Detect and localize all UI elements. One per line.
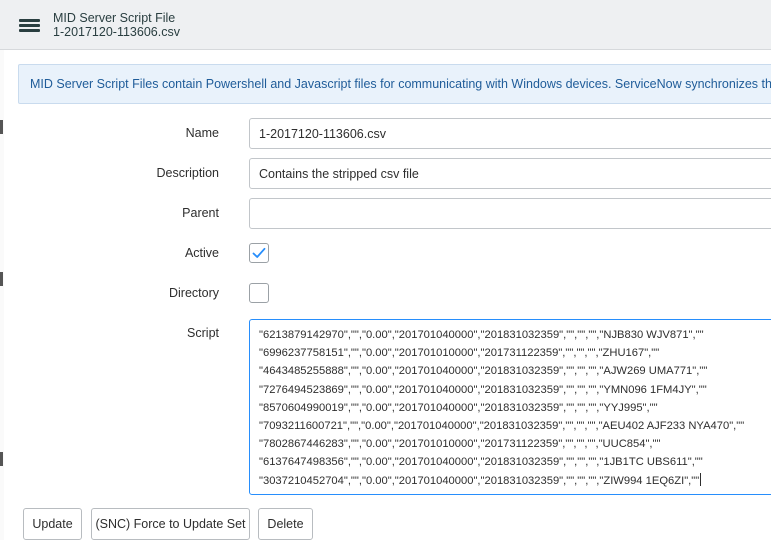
- update-button[interactable]: Update: [23, 508, 82, 540]
- hamburger-menu-icon[interactable]: [18, 16, 42, 34]
- directory-checkbox[interactable]: [249, 283, 269, 303]
- description-label: Description: [156, 166, 219, 180]
- form-header: MID Server Script File 1-2017120-113606.…: [0, 0, 771, 50]
- record-name-subtitle: 1-2017120-113606.csv: [53, 25, 180, 39]
- parent-field[interactable]: [249, 198, 771, 229]
- script-line: "7802867446283","","0.00","201701010000"…: [259, 438, 661, 451]
- info-message-text: MID Server Script Files contain Powershe…: [30, 77, 771, 91]
- script-line: "6996237758151","","0.00","201701010000"…: [259, 347, 660, 360]
- description-field[interactable]: Contains the stripped csv file: [249, 158, 771, 189]
- info-message: MID Server Script Files contain Powershe…: [18, 64, 771, 104]
- script-line: "8570604990019","","0.00","201701040000"…: [259, 401, 658, 414]
- script-line: "7093211600721","","0.00","201701040000"…: [259, 420, 745, 433]
- script-textarea[interactable]: "6213879142970","","0.00","201701040000"…: [249, 319, 771, 495]
- script-line: "4643485255888","","0.00","201701040000"…: [259, 365, 708, 378]
- name-label: Name: [185, 126, 219, 140]
- script-line: "3037210452704","","0.00","201701040000"…: [259, 472, 702, 487]
- script-label: Script: [187, 326, 219, 340]
- directory-label: Directory: [168, 286, 219, 300]
- parent-label: Parent: [182, 206, 219, 220]
- text-cursor: [700, 472, 702, 486]
- script-line: "6137647498356","","0.00","201701040000"…: [259, 456, 703, 469]
- delete-button[interactable]: Delete: [258, 508, 313, 540]
- active-label: Active: [184, 246, 219, 260]
- script-line: "7276494523869","","0.00","201701040000"…: [259, 383, 707, 396]
- script-line: "6213879142970","","0.00","201701040000"…: [259, 329, 704, 341]
- name-field[interactable]: 1-2017120-113606.csv: [249, 118, 771, 149]
- record-type-title: MID Server Script File: [53, 11, 176, 25]
- active-checkbox[interactable]: [249, 243, 269, 263]
- force-to-update-set-button[interactable]: (SNC) Force to Update Set: [91, 508, 250, 540]
- checkmark-icon: [252, 247, 266, 258]
